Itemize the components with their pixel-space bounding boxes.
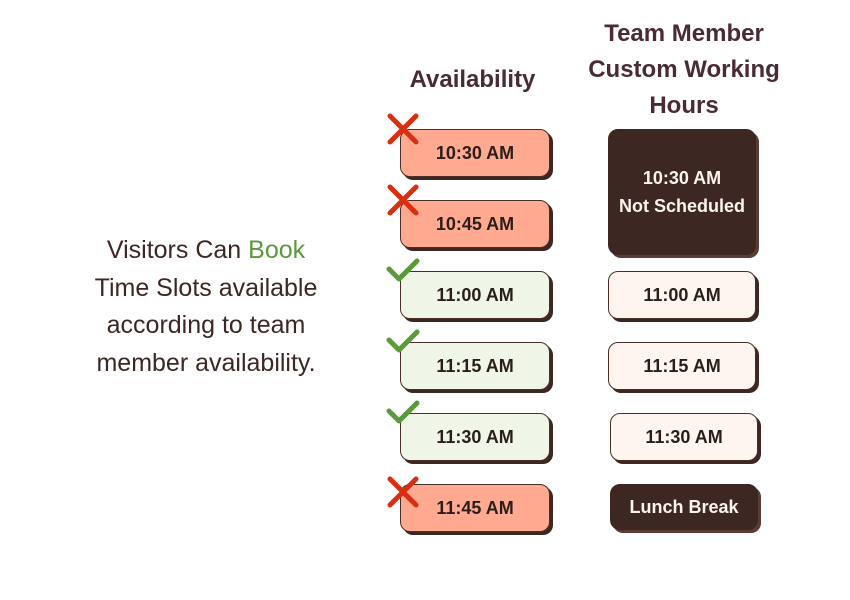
availability-slot[interactable]: 11:30 AM [400, 413, 550, 461]
cross-icon [385, 111, 421, 147]
slot-time: 11:30 AM [436, 426, 514, 447]
caption-text: Visitors Can [106, 236, 249, 264]
not-scheduled-label: Not Scheduled [618, 196, 745, 216]
availability-slot[interactable]: 11:00 AM [400, 271, 550, 319]
check-icon [385, 397, 421, 433]
slot-time: 11:45 AM [436, 497, 514, 518]
availability-slot[interactable]: 10:45 AM [400, 200, 550, 248]
team-hours-slot: 11:30 AM [610, 413, 758, 461]
caption-accent-book: Book [248, 236, 306, 264]
caption-text: according to team [106, 311, 306, 339]
cross-icon [385, 182, 421, 218]
slot-time: 11:00 AM [436, 284, 514, 305]
caption-text: member availability. [96, 348, 316, 377]
caption-text: Time Slots available [94, 273, 318, 302]
lunch-break-block: Lunch Break [610, 484, 758, 530]
slot-time: 10:30 AM [642, 168, 722, 188]
description-caption: Visitors Can Book Time Slots available a… [60, 232, 352, 382]
heading-line: Hours [649, 92, 719, 119]
team-hours-slot: 11:15 AM [608, 342, 756, 390]
availability-slot[interactable]: 11:45 AM [400, 484, 550, 532]
heading-line: Custom Working [588, 56, 780, 83]
check-icon [385, 255, 421, 291]
slot-time: 11:15 AM [643, 355, 721, 376]
slot-time: 11:15 AM [436, 355, 514, 376]
heading-line: Team Member [604, 20, 764, 47]
not-scheduled-block: 10:30 AM Not Scheduled [608, 129, 756, 255]
availability-heading: Availability [409, 66, 536, 93]
availability-slot[interactable]: 10:30 AM [400, 129, 550, 177]
slot-time: 10:45 AM [435, 213, 515, 234]
availability-slot[interactable]: 11:15 AM [400, 342, 550, 390]
slot-time: 11:30 AM [645, 426, 723, 447]
cross-icon [385, 474, 421, 510]
lunch-break-label: Lunch Break [629, 496, 739, 517]
slot-time: 10:30 AM [435, 142, 515, 163]
slot-time: 11:00 AM [643, 284, 721, 305]
team-hours-heading: Team Member Custom Working Hours [572, 16, 796, 124]
team-hours-slot: 11:00 AM [608, 271, 756, 319]
check-icon [385, 326, 421, 362]
